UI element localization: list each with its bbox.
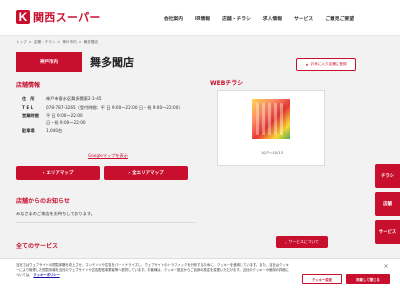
store-region-badge: 神戸市内: [16, 52, 82, 72]
breadcrumb-sep: >: [57, 40, 61, 44]
nav-recruit[interactable]: 求人情報: [263, 15, 282, 22]
store-name: 舞多聞店: [90, 56, 134, 69]
close-icon[interactable]: ×: [382, 263, 390, 271]
info-label: T E L: [22, 104, 34, 110]
star-icon: ★: [305, 62, 309, 67]
side-tab-flyer[interactable]: チラシ: [375, 164, 400, 188]
side-tab-store[interactable]: 店舗: [375, 192, 400, 216]
info-row-hours: 営業時間 平 日 9:00～22:00 日・祝 9:00～22:00: [22, 113, 190, 126]
breadcrumb-current: 舞多聞店: [83, 40, 99, 44]
nav-services[interactable]: サービス: [294, 15, 313, 22]
side-tab-service[interactable]: サービス: [375, 220, 400, 244]
logo-text: 関西スーパー: [33, 12, 101, 24]
info-label: 営業時間: [22, 113, 39, 118]
logo-mark: K: [16, 10, 30, 24]
breadcrumb-region[interactable]: 神戸市内: [62, 40, 76, 45]
site-logo[interactable]: K 関西スーパー: [16, 10, 101, 24]
favorite-button-label: お気に入り店舗に登録: [310, 62, 347, 66]
area-map-button[interactable]: › エリアマップ: [16, 166, 100, 180]
cookie-accept-button[interactable]: 同意して閉じる: [346, 274, 390, 284]
breadcrumb-stores[interactable]: 店舗・チラシ: [34, 40, 56, 45]
nav-feedback[interactable]: ご意見ご要望: [325, 15, 354, 22]
chevron-right-icon: ›: [42, 170, 45, 176]
info-value: 神戸市垂水区舞多聞東2-1-45: [46, 96, 102, 101]
nav-ir[interactable]: IR情報: [195, 15, 210, 22]
info-value: 平 日 9:00～22:00 日・祝 9:00～22:00: [46, 113, 86, 125]
chevron-right-icon: ›: [285, 239, 287, 245]
web-flyer-title: WEBチラシ: [210, 80, 244, 87]
info-row-parking: 駐車場 1,040台: [22, 128, 190, 135]
google-map-link[interactable]: Googleマップを表示: [88, 153, 128, 159]
area-map-label: エリアマップ: [46, 171, 74, 176]
store-info-table: 住 所 神戸市垂水区舞多聞東2-1-45 T E L 078-787-3265（…: [22, 96, 190, 135]
favorite-store-button[interactable]: ★ お気に入り店舗に登録: [296, 58, 356, 71]
info-label: 駐車場: [22, 128, 35, 133]
flyer-date: 10/7〜10/13: [260, 151, 284, 155]
store-info-title: 店舗情報: [16, 82, 41, 89]
nav-company[interactable]: 会社案内: [164, 15, 183, 22]
all-area-map-label: 全エリアマップ: [132, 171, 164, 176]
notice-title: 店舗からのお知らせ: [16, 198, 70, 205]
web-flyer-card[interactable]: 10/7〜10/13: [217, 90, 325, 166]
breadcrumb-top[interactable]: トップ: [16, 40, 27, 45]
breadcrumb-sep: >: [78, 40, 82, 44]
cookie-policy-link[interactable]: クッキーポリシー: [33, 273, 59, 277]
cookie-banner: 当社ではウェブサイトの閲覧体験を向上させ、コンテンツや広告をパーソナライズし、ウ…: [0, 258, 400, 300]
info-label: 住 所: [22, 96, 35, 101]
info-row-address: 住 所 神戸市垂水区舞多聞東2-1-45: [22, 96, 190, 103]
all-area-map-button[interactable]: › 全エリアマップ: [104, 166, 188, 180]
flyer-thumbnail[interactable]: [252, 99, 290, 139]
breadcrumb: トップ > 店舗・チラシ > 神戸市内 > 舞多聞店: [16, 40, 98, 45]
info-value: 1,040台: [46, 128, 63, 133]
cookie-settings-button[interactable]: クッキー設定: [302, 274, 342, 284]
info-row-tel: T E L 078-787-3265（受付時間：平 日 9:00～22:00 日…: [22, 105, 190, 112]
info-value: 078-787-3265（受付時間：平 日 9:00～22:00 日・祝 9:0…: [46, 104, 183, 110]
site-header: K 関西スーパー 会社案内 IR情報 店舗・チラシ 求人情報 サービス ご意見ご…: [0, 0, 400, 36]
chevron-right-icon: ›: [128, 170, 131, 176]
nav-stores-flyers[interactable]: 店舗・チラシ: [222, 15, 251, 22]
breadcrumb-sep: >: [28, 40, 32, 44]
about-services-button[interactable]: › サービスについて: [276, 236, 328, 248]
services-title: 全てのサービス: [16, 243, 59, 250]
divider: [16, 222, 196, 223]
cookie-text: 当社ではウェブサイトの閲覧体験を向上させ、コンテンツや広告をパーソナライズし、ウ…: [16, 263, 292, 277]
about-services-label: サービスについて: [288, 239, 319, 244]
notice-text: みなさまのご来店をお待ちしております。: [16, 211, 95, 216]
main-nav: 会社案内 IR情報 店舗・チラシ 求人情報 サービス ご意見ご要望: [164, 14, 354, 22]
